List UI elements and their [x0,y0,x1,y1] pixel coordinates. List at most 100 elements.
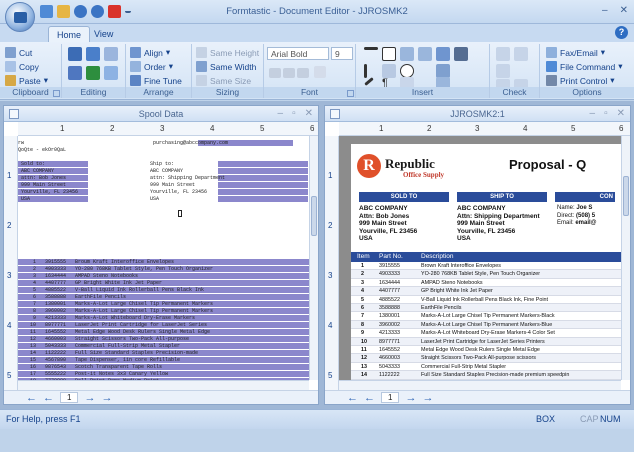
align-icon [130,47,141,58]
font-size-combo[interactable]: 9 [331,47,353,60]
spool-line: 999 Main Street 999 Main Street [18,182,196,188]
amount-icon[interactable] [514,47,528,61]
spool-line: 13 5043333 Commercial Full-Strip Metal S… [18,343,181,349]
workspace: Spool Data – ▫ ✕ 1 2 3 4 5 6 1 2 3 4 5 rw … [0,101,634,409]
pane-minimize-button[interactable]: – [278,108,284,119]
pane-minimize-button[interactable]: – [590,108,596,119]
ship-to-address: ABC COMPANY Attn: Shipping Department 99… [457,205,540,242]
clipboard-launcher[interactable] [53,90,60,97]
replace-icon[interactable] [104,66,118,80]
page-number[interactable]: 1 [60,392,79,403]
align-right-icon[interactable] [297,68,309,78]
align-left-icon[interactable] [269,68,281,78]
spool-line: 16 9876543 Scotch Transparent Tape Rolls [18,364,163,370]
rectangle-tool-icon[interactable] [382,47,396,61]
first-page-arrow-icon[interactable]: ← [347,392,358,404]
copy-button[interactable]: Copy [5,60,39,73]
font-name-combo[interactable]: Arial Bold [267,47,329,60]
previous-page-arrow-icon[interactable]: ← [43,392,54,404]
next-page-arrow-icon[interactable]: → [405,392,416,404]
horizontal-ruler[interactable]: 1 2 3 4 5 6 [339,122,630,136]
table-header: Item Part No. Description [351,252,621,262]
last-page-arrow-icon[interactable]: → [101,392,112,404]
horizontal-scrollbar[interactable] [339,380,621,390]
next-page-arrow-icon[interactable]: → [84,392,95,404]
ruler-mark: 6 [619,124,624,133]
spool-line: QoQte - ekOr0QaL [18,147,67,153]
align-center-icon[interactable] [283,68,295,78]
company-name: Republic [385,156,435,171]
same-size-button[interactable]: Same Size [196,74,251,87]
scrollbar-thumb[interactable] [623,176,629,216]
field-icon[interactable] [436,64,450,78]
vertical-scrollbar[interactable] [621,136,630,380]
undo-icon[interactable] [86,47,100,61]
pane-maximize-button[interactable]: ▫ [604,108,608,119]
vertical-scrollbar[interactable] [309,136,318,380]
order-button[interactable]: Order ▾ [130,60,173,73]
image-icon[interactable] [418,47,432,61]
file-command-icon [546,61,557,72]
spelling-icon[interactable] [314,66,326,78]
text-cursor [178,210,182,217]
tab-view[interactable]: View [86,26,121,42]
same-width-icon [196,61,207,72]
vertical-ruler[interactable]: 1 2 3 4 5 [325,136,339,390]
last-page-arrow-icon[interactable]: → [422,392,433,404]
print-control-button[interactable]: Print Control ▾ [546,74,615,87]
spool-line: USA USA [18,196,160,202]
grid-icon[interactable] [68,66,82,80]
contact-header: CON [555,192,615,202]
paste-special-icon[interactable] [104,47,118,61]
pane-close-button[interactable]: ✕ [305,108,313,119]
pane-maximize-button[interactable]: ▫ [292,108,296,119]
horizontal-scrollbar[interactable] [18,380,309,390]
align-button[interactable]: Align ▾ [130,46,170,59]
minimize-button[interactable]: – [602,5,608,16]
part-no-cell: 1122222 [379,372,400,379]
editing-group: Editing [62,44,126,98]
cut-button[interactable]: Cut [5,46,32,59]
fine-tune-button[interactable]: Fine Tune [130,74,182,87]
horizontal-ruler[interactable]: 1 2 3 4 5 6 [18,122,318,136]
line-tool-icon[interactable] [364,47,378,50]
clock-icon[interactable] [400,64,414,78]
select-pointer-icon[interactable] [68,47,82,61]
tab-home[interactable]: Home [48,26,91,42]
date-icon[interactable] [382,64,396,78]
currency-icon[interactable] [496,47,510,61]
table-icon[interactable] [400,47,414,61]
form-canvas[interactable]: R Republic Office Supply Proposal - Q SO… [339,136,621,380]
status-cap: CAP [580,414,599,424]
table-row: 4 4407777 GP Bright White Ink Jet Paper [351,287,621,296]
first-page-arrow-icon[interactable]: ← [26,392,37,404]
table-row: 3 1634444 AMPAD Steno Notebooks [351,279,621,288]
vertical-line-icon[interactable] [364,64,367,78]
file-command-button[interactable]: File Command ▾ [546,60,623,73]
font-launcher[interactable] [347,90,354,97]
barcode-icon[interactable] [436,47,450,61]
help-icon[interactable]: ? [615,26,628,39]
same-height-button[interactable]: Same Height [196,46,259,59]
ruler-mark: 5 [571,124,576,133]
status-num: NUM [600,414,621,424]
symbol-icon[interactable] [454,47,468,61]
part-no-cell: 4660003 [379,355,400,362]
scrollbar-thumb[interactable] [311,196,317,236]
check-icon[interactable] [86,66,100,80]
part-no-cell: 4407777 [379,288,400,295]
page-number[interactable]: 1 [381,392,400,403]
application-menu-button[interactable] [5,2,35,32]
ship-to-header: SHIP TO [457,192,547,202]
fax-email-button[interactable]: Fax/Email ▾ [546,46,605,59]
previous-page-arrow-icon[interactable]: ← [364,392,375,404]
diagonal-line-icon[interactable] [364,77,374,86]
paste-button[interactable]: Paste ▾ [5,74,48,87]
vertical-ruler[interactable]: 1 2 3 4 5 [4,136,18,390]
close-button[interactable]: ✕ [620,5,628,16]
signature-icon[interactable] [496,64,510,78]
spool-line: rw purchasing@abccompany.com [18,140,229,146]
same-width-button[interactable]: Same Width [196,60,256,73]
pane-close-button[interactable]: ✕ [617,108,625,119]
spool-text-area[interactable]: rw purchasing@abccompany.com QoQte - ekOr… [18,136,309,380]
